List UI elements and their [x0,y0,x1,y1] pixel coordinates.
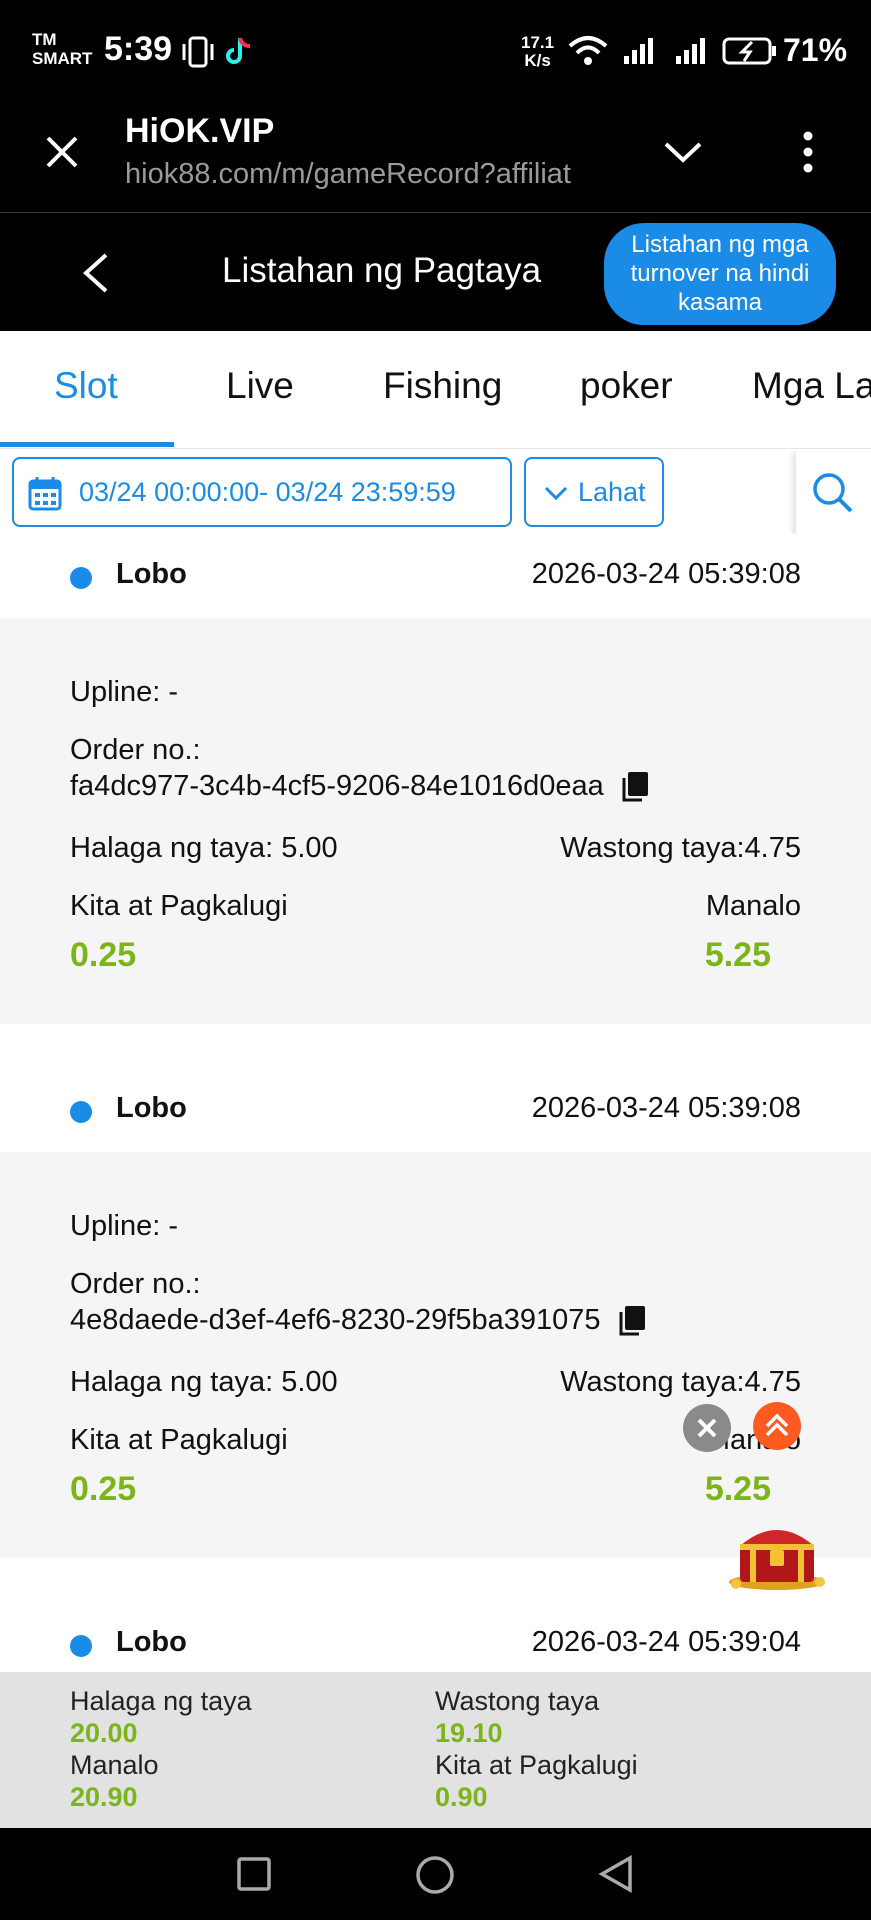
scroll-top-button[interactable] [753,1402,801,1450]
summary-profit-label: Kita at Pagkalugi [435,1750,638,1780]
summary-valid-label: Wastong taya [435,1686,600,1716]
summary-bet-label: Halaga ng taya [70,1686,252,1716]
tiktok-icon [226,37,251,64]
order-number: 4e8daede-d3ef-4ef6-8230-29f5ba391075 [70,1304,647,1338]
status-bar: TM SMART 5:39 17.1 K/s 71% [0,0,871,100]
excluded-turnover-button[interactable]: Listahan ng mga turnover na hindi kasama [604,223,836,325]
tab-fishing[interactable]: Fishing [383,365,502,407]
win-value: 5.25 [704,1470,771,1508]
record-header[interactable]: Lobo 2026-03-24 05:39:04 [0,1602,871,1672]
search-icon [813,473,853,513]
profit-label: Kita at Pagkalugi [70,1424,288,1456]
chevron-down-icon[interactable] [662,138,704,166]
browser-bar: HiOK.VIP hiok88.com/m/gameRecord?affilia… [0,100,871,213]
recent-apps-icon[interactable] [236,1854,272,1894]
order-label: Order no.: [70,734,201,766]
double-chevron-up-icon [765,1413,789,1437]
status-dot [70,1635,92,1657]
win-value: 5.25 [704,936,771,974]
more-menu-icon[interactable] [800,130,816,174]
net-speed-value: 17.1 [521,33,555,52]
wifi-icon [568,36,608,65]
bet-amount: Halaga ng taya: 5.00 [70,832,338,864]
order-label: Order no.: [70,1268,201,1300]
back-icon[interactable] [598,1854,634,1894]
site-title: HiOK.VIP [125,112,275,150]
signal-icon [624,38,653,64]
net-speed: 17.1 K/s [521,34,554,70]
order-number: fa4dc977-3c4b-4cf5-9206-84e1016d0eaa [70,770,650,804]
summary-valid-value: 19.10 [435,1718,503,1748]
floating-close-button[interactable] [683,1404,731,1452]
profit-value: 0.25 [70,1470,137,1508]
record-time: 2026-03-24 05:39:08 [531,1092,801,1124]
close-icon[interactable] [42,132,82,172]
win-label: Manalo [705,890,801,922]
date-range-text: 03/24 00:00:00- 03/24 23:59:59 [79,477,456,507]
summary-profit-value: 0.90 [435,1782,488,1812]
copy-icon[interactable] [620,770,650,804]
close-icon [697,1418,717,1438]
signal-icon-2 [676,38,705,64]
record-time: 2026-03-24 05:39:04 [531,1626,801,1658]
record-header[interactable]: Lobo 2026-03-24 05:39:08 [0,534,871,618]
valid-bet: Wastong taya:4.75 [560,832,801,864]
summary-bet-value: 20.00 [70,1718,138,1748]
summary-win-label: Manalo [70,1750,159,1780]
summary-win-value: 20.90 [70,1782,138,1812]
record-time: 2026-03-24 05:39:08 [531,558,801,590]
page-title: Listahan ng Pagtaya [222,251,542,290]
chevron-down-icon [544,486,568,501]
app-header: Listahan ng Pagtaya Listahan ng mga turn… [0,213,871,331]
battery-icon [722,37,776,65]
record-details: Upline: - Order no.: fa4dc977-3c4b-4cf5-… [0,618,871,1024]
category-value: Lahat [578,477,646,507]
site-url[interactable]: hiok88.com/m/gameRecord?affiliat [125,158,615,191]
upline-text: Upline: - [70,676,178,708]
copy-icon[interactable] [617,1304,647,1338]
category-select[interactable]: Lahat [524,457,664,527]
tab-live[interactable]: Live [226,365,294,407]
record-details: Upline: - Order no.: 4e8daede-d3ef-4ef6-… [0,1152,871,1558]
game-name: Lobo [116,1626,187,1658]
tab-poker[interactable]: poker [580,365,673,407]
game-tabs: Slot Live Fishing poker Mga La [0,331,871,449]
game-name: Lobo [116,558,187,590]
status-dot [70,1101,92,1123]
valid-bet: Wastong taya:4.75 [560,1366,801,1398]
treasure-chest-icon[interactable] [726,1512,828,1592]
tab-slot[interactable]: Slot [54,365,118,407]
order-number-value: 4e8daede-d3ef-4ef6-8230-29f5ba391075 [70,1304,601,1336]
active-tab-indicator [0,442,174,447]
search-button[interactable] [796,449,871,534]
date-range-picker[interactable]: 03/24 00:00:00- 03/24 23:59:59 [12,457,512,527]
tab-more[interactable]: Mga La [752,365,871,407]
summary-bar: Halaga ng taya 20.00 Manalo 20.90 Waston… [0,1672,871,1828]
profit-label: Kita at Pagkalugi [70,890,288,922]
status-dot [70,567,92,589]
carrier-line2: SMART [32,49,93,68]
back-arrow-icon[interactable] [80,251,110,295]
home-icon[interactable] [414,1854,456,1896]
order-number-value: fa4dc977-3c4b-4cf5-9206-84e1016d0eaa [70,770,604,802]
carrier-line1: TM [32,30,57,49]
battery-level: 71% [783,32,848,68]
vibrate-icon [182,36,214,68]
status-time: 5:39 [104,30,173,68]
carrier-label: TM SMART [32,30,92,68]
filter-row: 03/24 00:00:00- 03/24 23:59:59 Lahat [0,449,871,534]
game-name: Lobo [116,1092,187,1124]
upline-text: Upline: - [70,1210,178,1242]
calendar-icon [28,477,62,511]
bet-amount: Halaga ng taya: 5.00 [70,1366,338,1398]
profit-value: 0.25 [70,936,137,974]
system-nav-bar [0,1828,871,1920]
net-speed-unit: K/s [524,51,551,70]
record-header[interactable]: Lobo 2026-03-24 05:39:08 [0,1068,871,1152]
